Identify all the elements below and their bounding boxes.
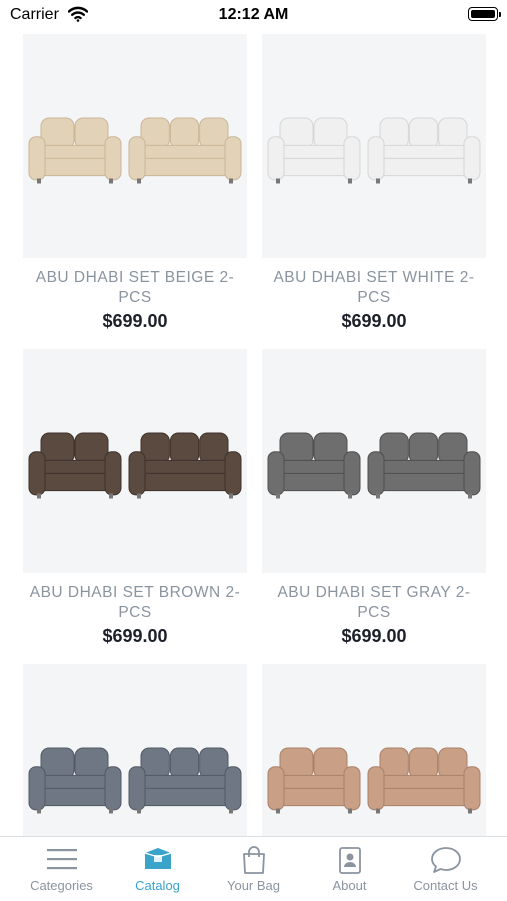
product-price: $699.00 <box>102 626 168 646</box>
sofa-shape <box>28 432 122 499</box>
sofa-shape <box>267 747 361 814</box>
box-icon <box>107 845 208 875</box>
sofa-shape <box>128 747 242 814</box>
product-name[interactable]: ABU DHABI SET BEIGE 2-PCS <box>23 268 247 308</box>
tab-label: Categories <box>30 878 93 893</box>
menu-icon <box>11 845 112 875</box>
contact-card-icon <box>299 845 400 875</box>
product-name[interactable]: ABU DHABI SET BROWN 2-PCS <box>23 583 247 623</box>
product-image[interactable] <box>262 34 486 258</box>
tab-label: About <box>332 878 367 893</box>
sofa-shape <box>367 117 481 184</box>
tab-catalog[interactable]: Catalog <box>107 837 208 901</box>
product-image[interactable] <box>23 664 247 836</box>
product-card[interactable]: ABU DHABI SET BEIGE 2-PCS $699.00 <box>23 34 247 332</box>
sofa-shape <box>367 432 481 499</box>
product-image[interactable] <box>262 349 486 573</box>
product-name[interactable]: ABU DHABI SET WHITE 2-PCS <box>262 268 486 308</box>
product-grid[interactable]: ABU DHABI SET BEIGE 2-PCS $699.00 ABU DH… <box>0 30 507 836</box>
tab-about[interactable]: About <box>299 837 400 901</box>
status-bar: Carrier 12:12 AM <box>0 0 507 30</box>
chat-bubble-icon <box>395 845 496 875</box>
tab-contact-us[interactable]: Contact Us <box>395 837 496 901</box>
clock: 12:12 AM <box>218 6 289 23</box>
battery-icon <box>468 7 501 21</box>
product-card[interactable]: ABU DHABI SET BROWN 2-PCS $699.00 <box>23 349 247 647</box>
product-price: $699.00 <box>341 311 407 331</box>
product-price: $699.00 <box>102 311 168 331</box>
tab-label: Catalog <box>135 878 180 893</box>
product-card[interactable]: ABU DHABI SET WHITE 2-PCS $699.00 <box>262 34 486 332</box>
sofa-shape <box>28 117 122 184</box>
bag-icon <box>203 845 304 875</box>
tab-your-bag[interactable]: Your Bag <box>203 837 304 901</box>
product-image[interactable] <box>23 34 247 258</box>
sofa-shape <box>28 747 122 814</box>
tab-label: Your Bag <box>226 878 280 893</box>
product-price: $699.00 <box>341 626 407 646</box>
sofa-shape <box>128 117 242 184</box>
product-image[interactable] <box>23 349 247 573</box>
product-card[interactable] <box>23 664 247 836</box>
product-card[interactable]: ABU DHABI SET GRAY 2-PCS $699.00 <box>262 349 486 647</box>
sofa-shape <box>128 432 242 499</box>
sofa-shape <box>267 432 361 499</box>
sofa-shape <box>367 747 481 814</box>
product-image[interactable] <box>262 664 486 836</box>
tab-label: Contact Us <box>413 878 478 893</box>
sofa-shape <box>267 117 361 184</box>
product-card[interactable] <box>262 664 486 836</box>
tab-categories[interactable]: Categories <box>11 837 112 901</box>
product-name[interactable]: ABU DHABI SET GRAY 2-PCS <box>262 583 486 623</box>
tab-bar: Categories Catalog Your Bag About Contac… <box>0 836 507 901</box>
